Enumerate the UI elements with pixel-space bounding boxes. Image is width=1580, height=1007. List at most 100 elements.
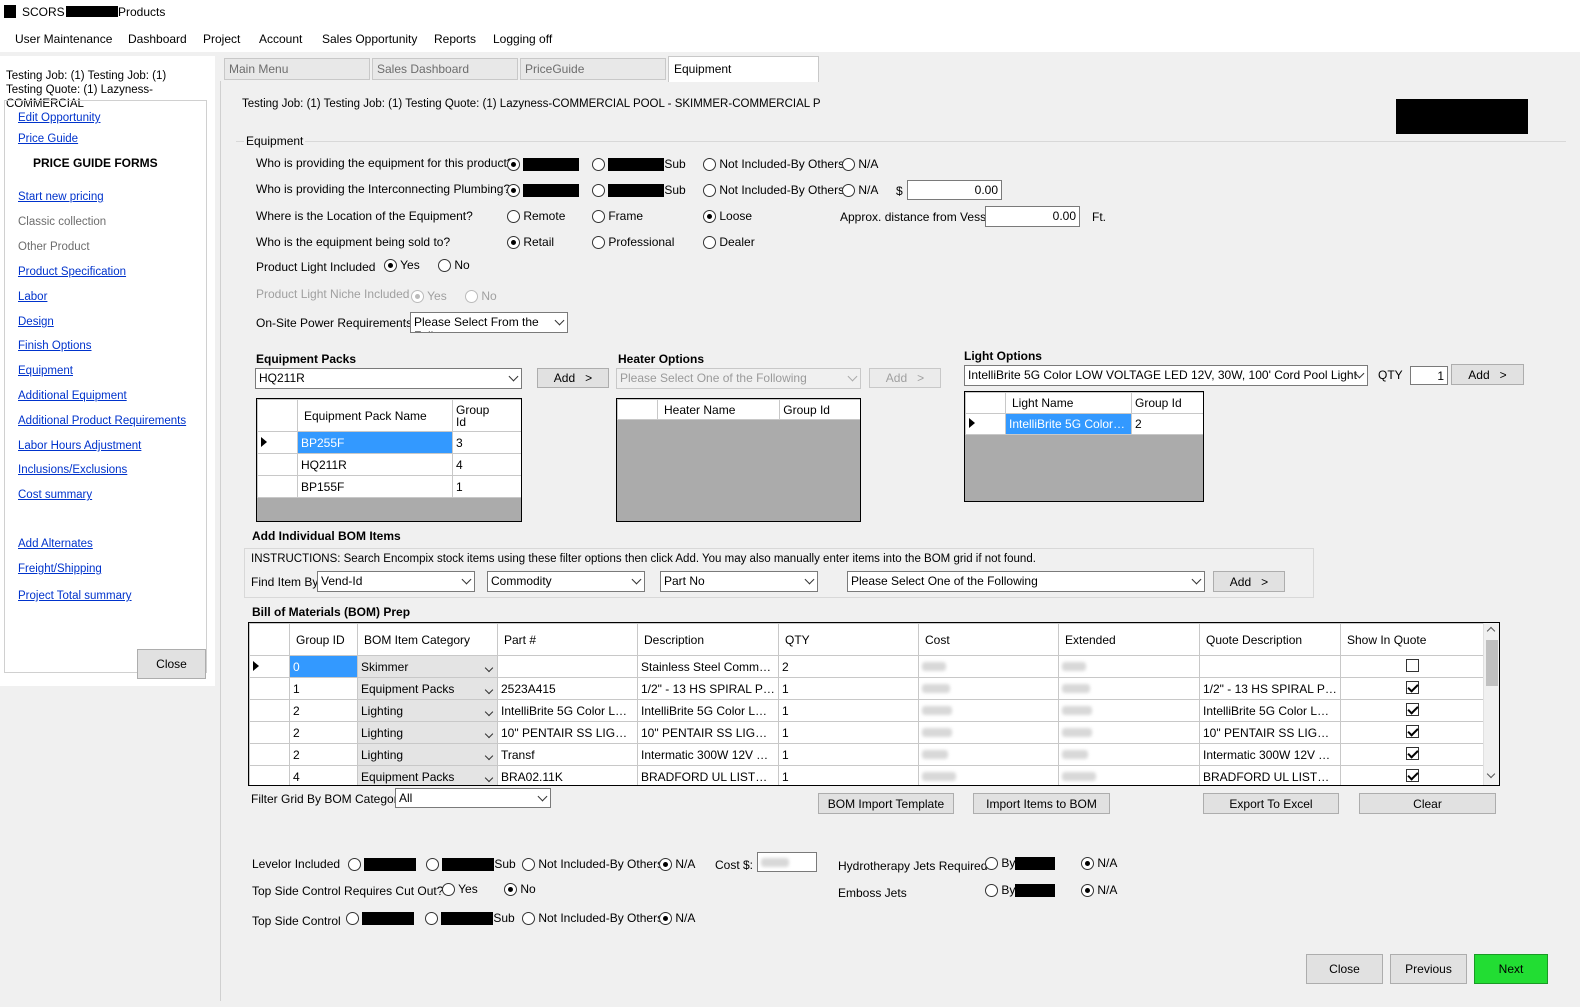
light-add-button[interactable]: Add >	[1451, 364, 1524, 385]
col-light-group-id[interactable]: Group Id	[1131, 392, 1203, 414]
q2-opt-not-included[interactable]: Not Included-By Others	[703, 183, 844, 198]
cell-part[interactable]: BRA02.11K	[497, 765, 638, 785]
q1-opt-owner[interactable]	[507, 157, 580, 172]
row-header[interactable]	[249, 677, 290, 700]
hydro-opt-na[interactable]: N/A	[1081, 856, 1117, 871]
sidebar-link-price-guide[interactable]: Price Guide	[18, 133, 78, 145]
cell-cost-blurred[interactable]	[918, 699, 1059, 722]
cell-light-group-id[interactable]: 2	[1131, 413, 1203, 435]
sidebar-link-additional-product-requirements[interactable]: Additional Product Requirements	[18, 415, 186, 427]
cell-description[interactable]: Stainless Steel Commercial	[637, 655, 779, 678]
show-in-quote-checkbox[interactable]	[1405, 724, 1419, 738]
menu-account[interactable]: Account	[259, 32, 302, 46]
cell-description[interactable]: BRADFORD UL LISTED ...	[637, 765, 779, 785]
tab-sales-dashboard[interactable]: Sales Dashboard	[372, 58, 518, 80]
q2-opt-owner[interactable]	[507, 183, 580, 198]
cell-description[interactable]: 10" PENTAIR SS LIGHT ...	[637, 721, 779, 744]
menu-logging-off[interactable]: Logging off	[493, 32, 552, 46]
import-items-to-bom-button[interactable]: Import Items to BOM	[973, 793, 1110, 814]
cell-cost-blurred[interactable]	[918, 677, 1059, 700]
cell-extended-blurred[interactable]	[1058, 765, 1200, 785]
row-header[interactable]	[249, 655, 290, 678]
q2-radio-owner[interactable]	[507, 184, 520, 198]
cell-group-id[interactable]: 0	[289, 655, 358, 678]
table-row[interactable]: BP155F 1	[257, 475, 521, 498]
row-header[interactable]	[249, 721, 290, 744]
cell-pack-name[interactable]: BP155F	[297, 475, 453, 498]
row-header[interactable]	[249, 743, 290, 766]
power-requirements-select[interactable]: Please Select From the Follow	[410, 312, 568, 333]
close-button[interactable]: Close	[1306, 954, 1383, 984]
col-description[interactable]: Description	[637, 623, 779, 656]
equipment-pack-add-button[interactable]: Add >	[537, 368, 609, 388]
col-heater-group-id[interactable]: Group Id	[779, 399, 860, 420]
scroll-down-icon[interactable]	[1486, 769, 1496, 779]
topside-radio-owner[interactable]	[346, 912, 359, 926]
cell-qty[interactable]: 1	[778, 721, 919, 744]
table-row[interactable]: 2 Lighting 10" PENTAIR SS LIGHT ... 10" …	[249, 721, 1484, 744]
menu-sales-opportunity[interactable]: Sales Opportunity	[322, 32, 417, 46]
leveler-radio-not-included[interactable]	[522, 858, 535, 872]
cell-group-id[interactable]: 2	[289, 699, 358, 722]
vend-id-select[interactable]: Vend-Id	[317, 571, 475, 592]
row-header[interactable]	[257, 431, 298, 454]
leveler-radio-na[interactable]	[659, 858, 672, 872]
emboss-opt-by[interactable]: By	[985, 883, 1056, 898]
table-row[interactable]: 2 Lighting Transf Intermatic 300W 12V Tr…	[249, 743, 1484, 766]
scroll-thumb[interactable]	[1486, 640, 1498, 686]
q2-radio-na[interactable]	[842, 184, 855, 198]
topside-radio-not-included[interactable]	[522, 912, 535, 926]
cell-group-id[interactable]: 3	[452, 431, 521, 454]
col-group-id[interactable]: Group Id	[452, 399, 521, 432]
cell-light-name[interactable]: IntelliBrite 5G Color LO...	[1005, 413, 1132, 435]
cell-quote-description[interactable]: 1/2" - 13 HS SPIRAL POI...	[1199, 677, 1341, 700]
tab-equipment[interactable]: Equipment	[668, 56, 819, 82]
q5-opt-no[interactable]: No	[438, 258, 470, 273]
table-row[interactable]: 2 Lighting IntelliBrite 5G Color LOW ...…	[249, 699, 1484, 722]
cell-pack-name[interactable]: HQ211R	[297, 453, 453, 476]
q5-radio-yes[interactable]	[384, 259, 397, 273]
cell-category[interactable]: Lighting	[357, 743, 498, 766]
cell-quote-description[interactable]: IntelliBrite 5G Color LOW ...	[1199, 699, 1341, 722]
col-cost[interactable]: Cost	[918, 623, 1059, 656]
cell-show-in-quote[interactable]	[1340, 765, 1484, 785]
row-header[interactable]	[257, 475, 298, 498]
table-row[interactable]: HQ211R 4	[257, 453, 521, 476]
cell-description[interactable]: Intermatic 300W 12V Tran...	[637, 743, 779, 766]
q4-opt-professional[interactable]: Professional	[592, 235, 674, 250]
cell-cost-blurred[interactable]	[918, 743, 1059, 766]
cell-show-in-quote[interactable]	[1340, 699, 1484, 722]
menu-project[interactable]: Project	[203, 32, 240, 46]
cutout-opt-yes[interactable]: Yes	[442, 882, 478, 897]
q1-opt-na[interactable]: N/A	[842, 157, 878, 172]
sidebar-close-button[interactable]: Close	[137, 649, 206, 679]
commodity-select[interactable]: Commodity	[487, 571, 645, 592]
q4-radio-retail[interactable]	[507, 236, 520, 250]
sidebar-link-cost-summary[interactable]: Cost summary	[18, 489, 92, 501]
leveler-opt-sub[interactable]: Sub	[426, 857, 516, 872]
col-qty[interactable]: QTY	[778, 623, 919, 656]
col-light-name[interactable]: Light Name	[1005, 392, 1132, 414]
emboss-opt-na[interactable]: N/A	[1081, 883, 1117, 898]
leveler-cost-input[interactable]	[757, 852, 817, 872]
table-row[interactable]: 4 Equipment Packs BRA02.11K BRADFORD UL …	[249, 765, 1484, 785]
cell-group-id[interactable]: 4	[289, 765, 358, 785]
topside-radio-sub[interactable]	[425, 912, 438, 926]
q5-opt-yes[interactable]: Yes	[384, 258, 420, 273]
cell-part[interactable]: 2523A415	[497, 677, 638, 700]
q2-radio-sub[interactable]	[592, 184, 605, 198]
q3-radio-frame[interactable]	[592, 210, 605, 224]
cell-category[interactable]: Skimmer	[357, 655, 498, 678]
stock-item-select[interactable]: Please Select One of the Following	[847, 571, 1205, 592]
row-header[interactable]	[965, 413, 1006, 435]
show-in-quote-checkbox[interactable]	[1405, 768, 1419, 782]
cell-category[interactable]: Lighting	[357, 721, 498, 744]
cell-cost-blurred[interactable]	[918, 721, 1059, 744]
approx-distance-input[interactable]: 0.00	[985, 206, 1080, 227]
cell-cost-blurred[interactable]	[918, 655, 1059, 678]
cell-group-id[interactable]: 4	[452, 453, 521, 476]
col-heater-name[interactable]: Heater Name	[656, 399, 781, 420]
q5-radio-no[interactable]	[438, 259, 451, 273]
clear-button[interactable]: Clear	[1359, 793, 1496, 814]
cell-group-id[interactable]: 2	[289, 743, 358, 766]
